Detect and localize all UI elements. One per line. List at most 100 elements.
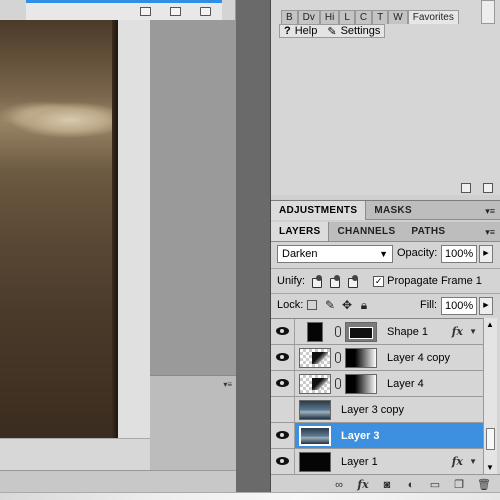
document-photo[interactable] (0, 20, 118, 440)
layer-name[interactable]: Layer 3 (341, 430, 380, 442)
tab-l[interactable]: L (339, 10, 355, 24)
tab-paths[interactable]: PATHS (403, 222, 453, 241)
layer-thumbnail (299, 452, 331, 472)
layer-thumbnail (299, 400, 331, 420)
tab-b[interactable]: B (281, 10, 298, 24)
help-link[interactable]: Help (295, 25, 318, 37)
settings-icon[interactable]: ✎ (327, 25, 336, 38)
bottom-strip (0, 492, 500, 500)
right-panel-dock: B Dv Hi L C T W Favorites ? Help ✎ Setti… (270, 0, 500, 500)
opacity-input[interactable]: 100% (441, 245, 477, 263)
move-icon[interactable]: ✥ (341, 299, 353, 311)
tab-layers[interactable]: LAYERS (271, 222, 330, 241)
scroll-up-icon[interactable]: ▲ (486, 320, 494, 329)
frame-icon[interactable] (140, 7, 151, 16)
tab-masks[interactable]: MASKS (366, 201, 420, 220)
scroll-thumb[interactable] (486, 428, 495, 450)
settings-link[interactable]: Settings (341, 25, 381, 37)
layer-row-selected[interactable]: Layer 3 (271, 423, 483, 449)
lock-icon[interactable]: 🔒︎ (358, 299, 370, 311)
fx-icon[interactable]: fx (452, 455, 463, 468)
panel-menu-icon[interactable]: ▾≡ (485, 227, 495, 238)
layer-row[interactable]: Layer 3 copy (271, 397, 483, 423)
chevron-down-icon[interactable]: ▼ (469, 457, 477, 466)
fx-icon[interactable]: fx (452, 325, 463, 338)
blend-row: Darken ▼ Opacity: 100% ▶ (277, 245, 495, 265)
eye-icon (276, 457, 289, 465)
photo-edge (112, 20, 118, 440)
help-icon[interactable]: ? (284, 25, 291, 37)
eye-icon (276, 379, 289, 387)
visibility-toggle[interactable] (271, 345, 295, 370)
visibility-toggle[interactable] (271, 397, 295, 422)
chain-link-icon[interactable] (335, 326, 341, 337)
unify-style-icon[interactable] (346, 274, 359, 288)
visibility-toggle[interactable] (271, 423, 295, 448)
layers-tab-bar: LAYERS CHANNELS PATHS ▾≡ (271, 222, 500, 242)
tab-t[interactable]: T (372, 10, 389, 24)
blend-mode-select[interactable]: Darken ▼ (277, 245, 393, 263)
tab-channels[interactable]: CHANNELS (329, 222, 403, 241)
tab-adjustments[interactable]: ADJUSTMENTS (271, 200, 367, 220)
trash-icon[interactable]: 🗑︎ (477, 478, 491, 491)
propagate-frame-checkbox[interactable]: ✓ (373, 275, 385, 287)
lower-panel: ▾≡ (150, 375, 236, 470)
layers-scrollbar[interactable]: ▲ ▼ (483, 318, 497, 474)
tab-favorites[interactable]: Favorites (407, 10, 459, 24)
mask-icon[interactable]: ◙ (381, 479, 393, 491)
layer-name[interactable]: Layer 3 copy (341, 404, 404, 416)
tab-w[interactable]: W (388, 10, 408, 24)
fx-icon[interactable]: fx (357, 478, 369, 491)
chevron-down-icon[interactable]: ▼ (469, 327, 477, 336)
layer-name[interactable]: Layer 4 (387, 378, 424, 390)
blend-mode-value: Darken (282, 248, 318, 260)
layer-name[interactable]: Shape 1 (387, 326, 428, 338)
tab-hi[interactable]: Hi (319, 10, 340, 24)
visibility-toggle[interactable] (271, 449, 295, 474)
new-item-icon[interactable] (461, 182, 471, 193)
adjustment-icon[interactable]: ◐ (405, 479, 417, 491)
camera-icon[interactable] (170, 7, 181, 16)
help-settings-bar: ? Help ✎ Settings (279, 24, 386, 38)
layer-row[interactable]: Layer 4 copy (271, 345, 483, 371)
new-layer-icon[interactable]: ❐ (453, 478, 465, 491)
eye-icon (276, 353, 289, 361)
pasteboard (150, 20, 236, 375)
tab-c[interactable]: C (354, 10, 373, 24)
eye-icon (276, 431, 289, 439)
panel-menu-icon[interactable]: ▾≡ (223, 380, 232, 389)
scroll-down-icon[interactable]: ▼ (486, 463, 494, 472)
layer-row[interactable]: Shape 1 fx ▼ (271, 319, 483, 345)
top-panel-tabs: B Dv Hi L C T W Favorites (281, 10, 459, 24)
layer-mask-thumbnail (345, 374, 377, 394)
layer-mask-thumbnail (345, 348, 377, 368)
top-panel-scrollbar[interactable] (481, 0, 495, 24)
lock-transparency-icon[interactable] (307, 300, 317, 310)
visibility-toggle[interactable] (271, 371, 295, 396)
chain-link-icon[interactable] (335, 352, 341, 363)
layer-name[interactable]: Layer 4 copy (387, 352, 450, 364)
canvas-area: ▾≡ (0, 0, 270, 500)
trash-icon[interactable] (483, 182, 493, 193)
layer-row[interactable]: Layer 1 fx ▼ (271, 449, 483, 475)
panel-menu-icon[interactable]: ▾≡ (485, 206, 495, 217)
layer-name[interactable]: Layer 1 (341, 456, 378, 468)
unify-position-icon[interactable] (310, 274, 323, 288)
trash-icon[interactable] (200, 7, 211, 16)
adjustments-tab-bar: ADJUSTMENTS MASKS ▾≡ (271, 200, 500, 220)
visibility-toggle[interactable] (271, 319, 295, 344)
group-icon[interactable]: ▭ (429, 478, 441, 491)
layer-thumbnail (307, 322, 323, 342)
fill-input[interactable]: 100% (441, 297, 477, 315)
top-panel: B Dv Hi L C T W Favorites ? Help ✎ Setti… (271, 0, 500, 195)
opacity-label: Opacity: (397, 247, 438, 259)
brush-icon[interactable]: ✎ (324, 299, 336, 311)
link-icon[interactable]: ∞ (333, 479, 345, 491)
tab-dv[interactable]: Dv (297, 10, 320, 24)
opacity-slider-button[interactable]: ▶ (479, 245, 493, 263)
chain-link-icon[interactable] (335, 378, 341, 389)
fill-slider-button[interactable]: ▶ (479, 297, 493, 315)
lock-row: Lock: ✎ ✥ 🔒︎ Fill: 100% ▶ (277, 296, 497, 316)
unify-visibility-icon[interactable] (328, 274, 341, 288)
layer-row[interactable]: Layer 4 (271, 371, 483, 397)
